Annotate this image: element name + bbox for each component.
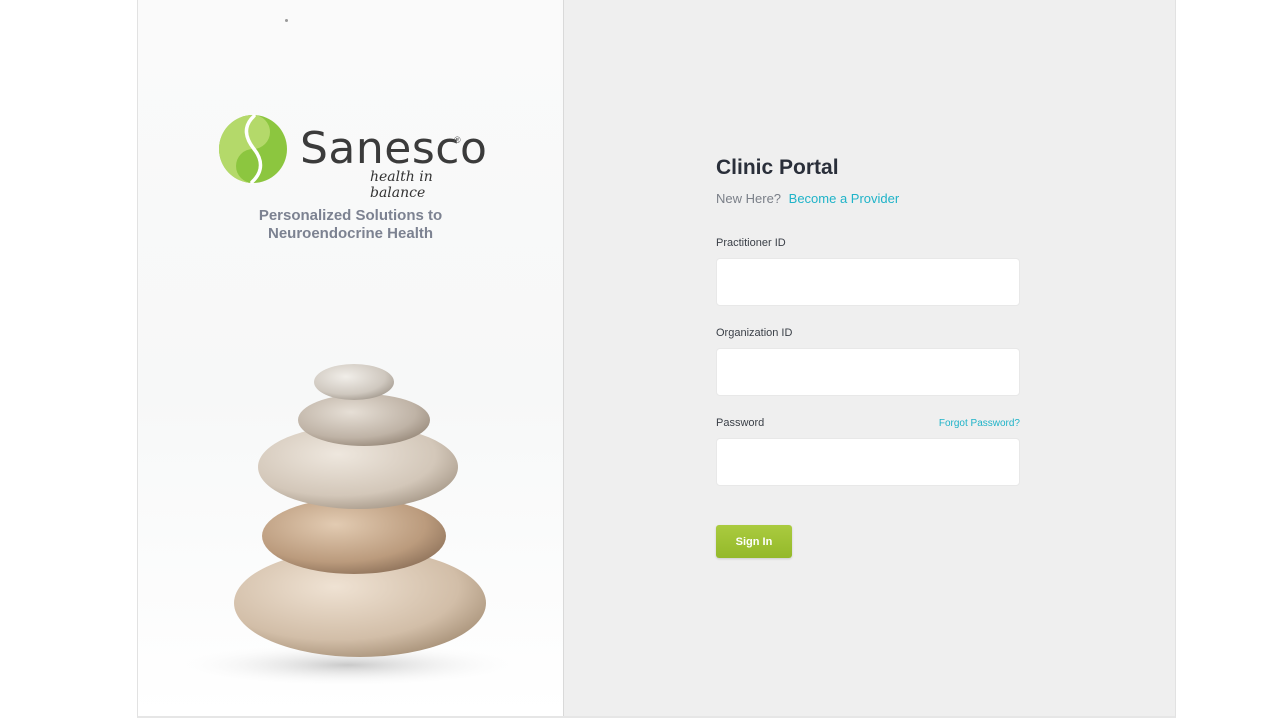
page-frame: Sanesco ® health in balance Personalized… (137, 0, 1176, 718)
brand-tagline: Personalized Solutions to Neuroendocrine… (218, 207, 483, 243)
login-panel: Clinic Portal New Here? Become a Provide… (564, 0, 1175, 716)
password-input[interactable] (716, 438, 1020, 486)
practitioner-id-input[interactable] (716, 258, 1020, 306)
sign-in-button[interactable]: Sign In (716, 525, 792, 558)
logo-tagline: health in balance (370, 169, 433, 201)
decorative-dot (285, 19, 288, 22)
new-here-text: New Here? (716, 191, 782, 206)
organization-id-input[interactable] (716, 348, 1020, 396)
sanesco-logo: Sanesco ® health in balance (218, 113, 487, 201)
login-form: Clinic Portal New Here? Become a Provide… (716, 156, 1021, 558)
organization-id-label: Organization ID (716, 327, 793, 339)
organization-id-group: Organization ID (716, 327, 1021, 396)
stacked-stones-image (173, 364, 523, 687)
brand-panel: Sanesco ® health in balance Personalized… (138, 0, 564, 716)
new-here-row: New Here? Become a Provider (716, 191, 1021, 209)
logo-wordmark: Sanesco (300, 123, 488, 174)
password-group: Password Forgot Password? (716, 417, 1021, 486)
logo-mark-icon (219, 114, 287, 184)
tagline-line-1: Personalized Solutions to (258, 207, 443, 224)
portal-title: Clinic Portal (716, 156, 839, 179)
practitioner-id-group: Practitioner ID (716, 237, 1021, 306)
become-provider-link[interactable]: Become a Provider (789, 191, 900, 206)
registered-mark: ® (454, 135, 461, 145)
tagline-line-2: Neuroendocrine Health (267, 225, 434, 242)
forgot-password-link[interactable]: Forgot Password? (939, 418, 1020, 429)
practitioner-id-label: Practitioner ID (716, 237, 786, 249)
